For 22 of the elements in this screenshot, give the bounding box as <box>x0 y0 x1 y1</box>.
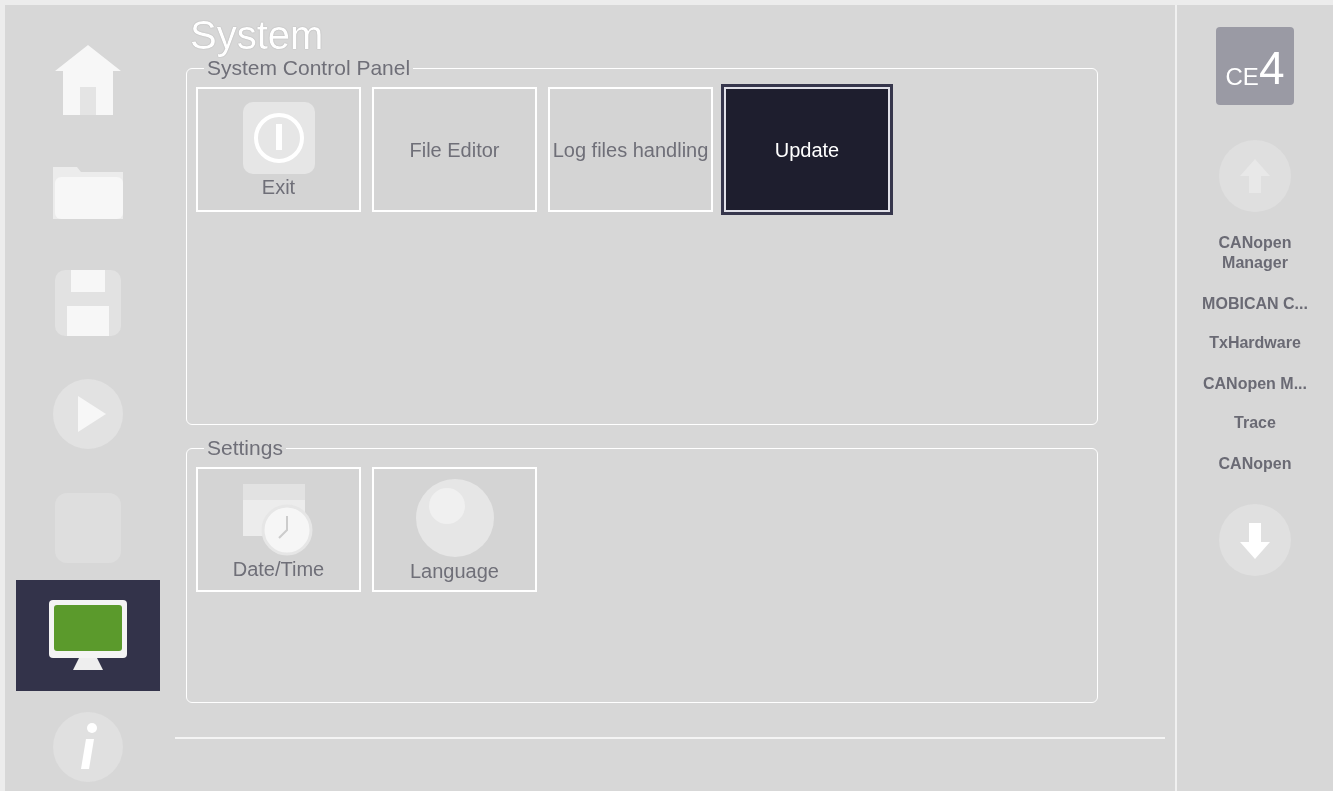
play-icon <box>52 377 124 450</box>
plugin-subtitle: CANopen M... <box>1203 375 1307 393</box>
plugin-name[interactable]: CANopen Manager <box>1200 233 1310 273</box>
plugin-name[interactable]: TxHardware <box>1200 333 1310 353</box>
tile-button[interactable]: Update <box>724 87 890 212</box>
plugin-name[interactable]: Trace <box>1200 413 1310 433</box>
info-icon <box>52 710 124 783</box>
plugin-subtitle: CANopen <box>1218 455 1292 473</box>
plugin-subtitle: MOBICAN C... <box>1202 295 1308 313</box>
tile-button[interactable]: File Editor <box>372 87 537 212</box>
tile-button[interactable]: Exit <box>196 87 361 212</box>
tile-button[interactable]: Log files handling <box>548 87 713 212</box>
tile-button[interactable]: Date/Time <box>196 467 361 592</box>
monitor-icon <box>49 599 127 672</box>
group-title: System Control Panel <box>207 57 412 79</box>
tile-button[interactable]: Language <box>372 467 537 592</box>
globe-icon <box>414 477 495 558</box>
group-title: Settings <box>206 437 284 459</box>
home-icon <box>53 43 123 118</box>
nav-item[interactable] <box>16 580 160 691</box>
logo: CE4 <box>1216 27 1294 105</box>
power-icon <box>242 101 315 174</box>
